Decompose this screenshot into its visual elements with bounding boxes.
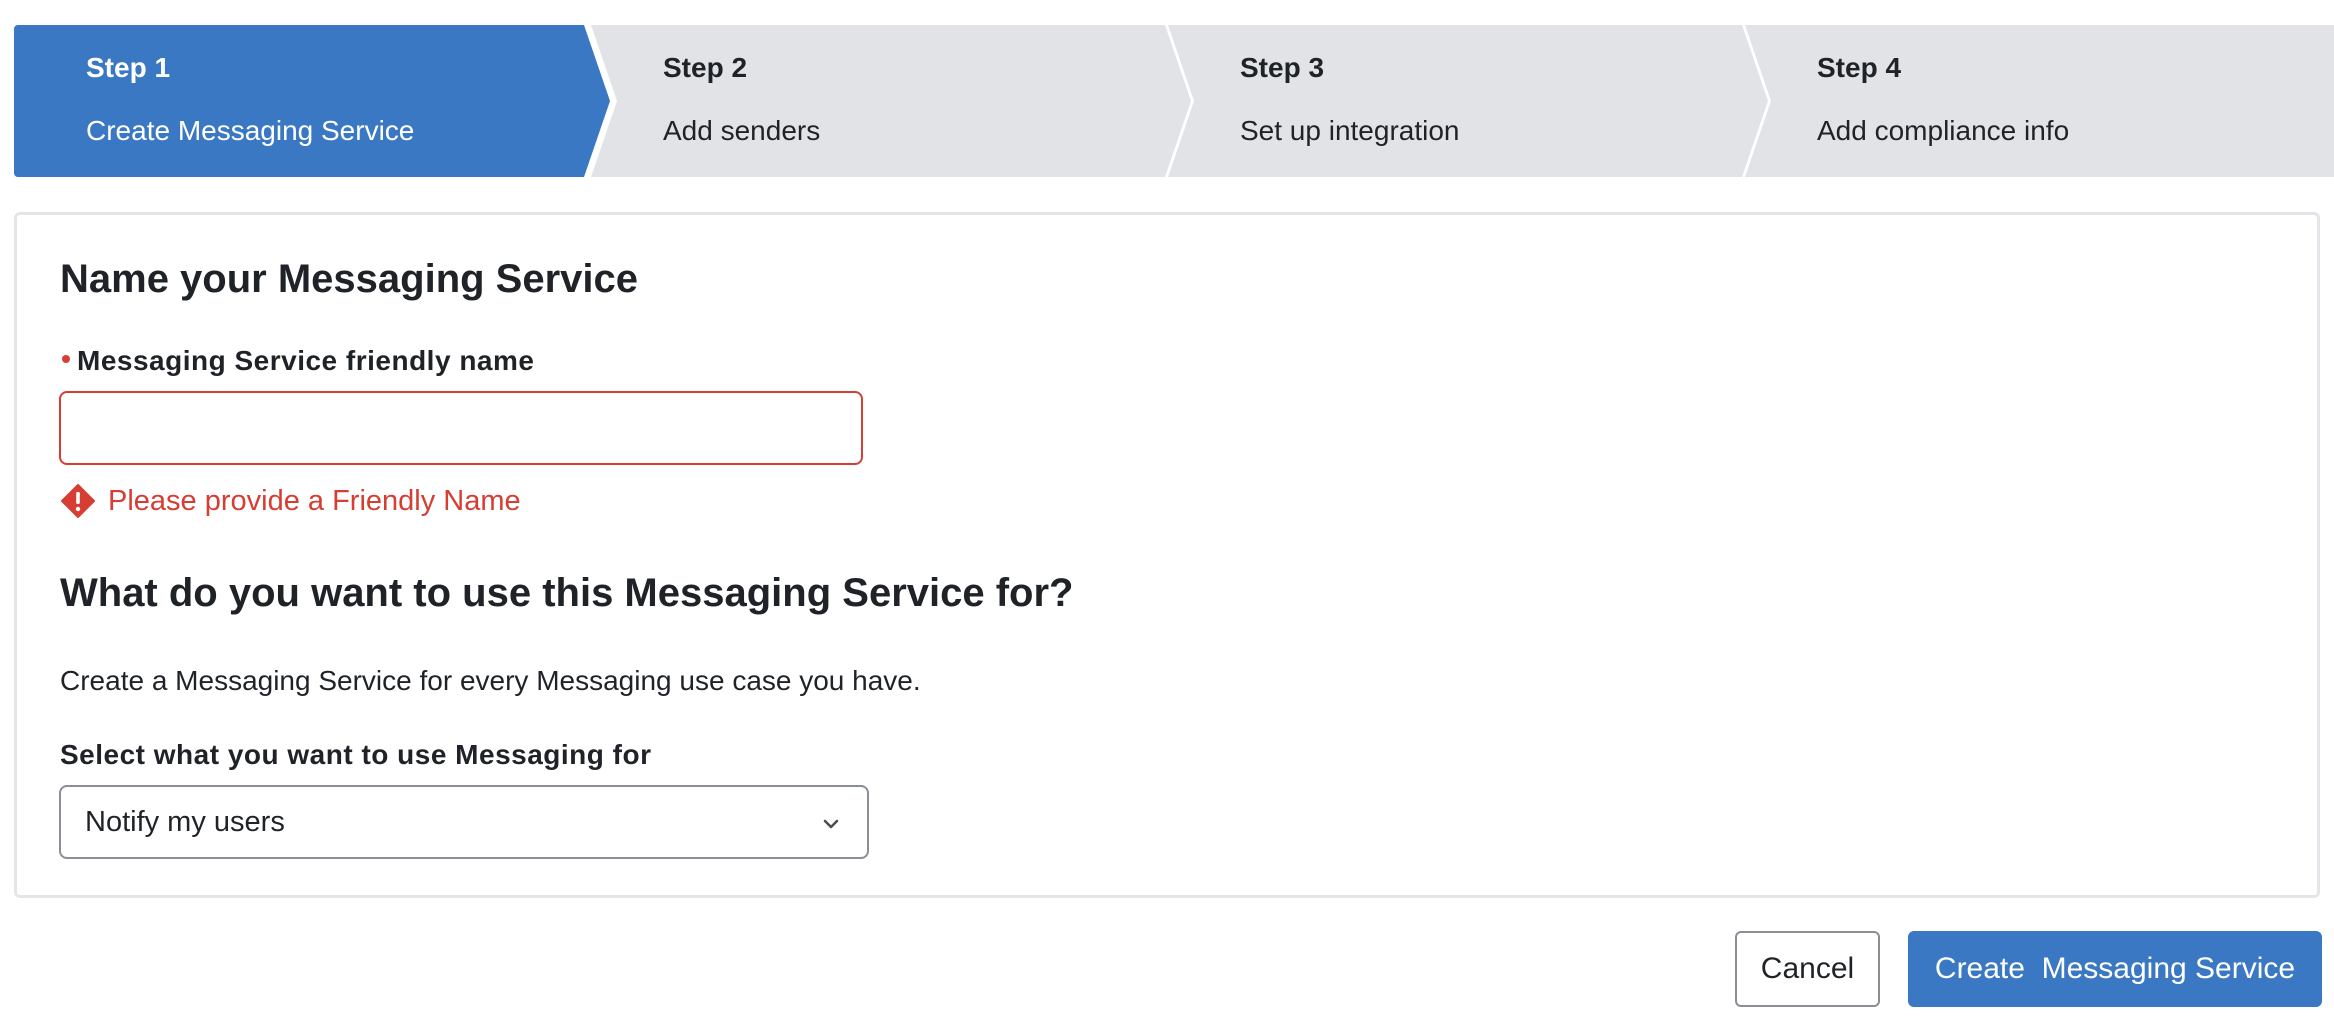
error-icon bbox=[61, 484, 95, 518]
step-3-number: Step 3 bbox=[1240, 52, 1325, 83]
create-messaging-service-button[interactable]: Create Messaging Service bbox=[1908, 931, 2322, 1007]
step-2-label: Add senders bbox=[663, 115, 821, 146]
step-4[interactable]: Step 4 Add compliance info bbox=[1745, 25, 2334, 177]
step-1[interactable]: Step 1 Create Messaging Service bbox=[14, 25, 610, 177]
step-1-label: Create Messaging Service bbox=[86, 115, 415, 146]
step-3-label: Set up integration bbox=[1240, 115, 1460, 146]
step-1-number: Step 1 bbox=[86, 52, 171, 83]
section-title-use: What do you want to use this Messaging S… bbox=[60, 571, 1074, 615]
stepper: Step 1 Create Messaging Service Step 2 A… bbox=[14, 25, 2334, 177]
use-select-label: Select what you want to use Messaging fo… bbox=[60, 739, 652, 770]
friendly-name-input[interactable] bbox=[59, 391, 863, 465]
use-select-value: Notify my users bbox=[85, 806, 285, 838]
step-3[interactable]: Step 3 Set up integration bbox=[1168, 25, 1768, 177]
step-2[interactable]: Step 2 Add senders bbox=[591, 25, 1191, 177]
friendly-name-error-text: Please provide a Friendly Name bbox=[108, 484, 521, 517]
use-select[interactable]: Notify my users bbox=[59, 785, 869, 859]
step-4-number: Step 4 bbox=[1817, 52, 1902, 83]
cancel-button[interactable]: Cancel bbox=[1735, 931, 1880, 1007]
form-card: Name your Messaging Service Messaging Se… bbox=[14, 212, 2320, 898]
step-4-label: Add compliance info bbox=[1817, 115, 2070, 146]
section-description: Create a Messaging Service for every Mes… bbox=[60, 665, 921, 696]
required-indicator bbox=[62, 355, 70, 363]
chevron-down-icon bbox=[823, 819, 839, 829]
step-2-number: Step 2 bbox=[663, 52, 748, 83]
friendly-name-error: Please provide a Friendly Name bbox=[60, 481, 521, 521]
section-title-name: Name your Messaging Service bbox=[60, 257, 639, 301]
friendly-name-label: Messaging Service friendly name bbox=[77, 345, 535, 376]
